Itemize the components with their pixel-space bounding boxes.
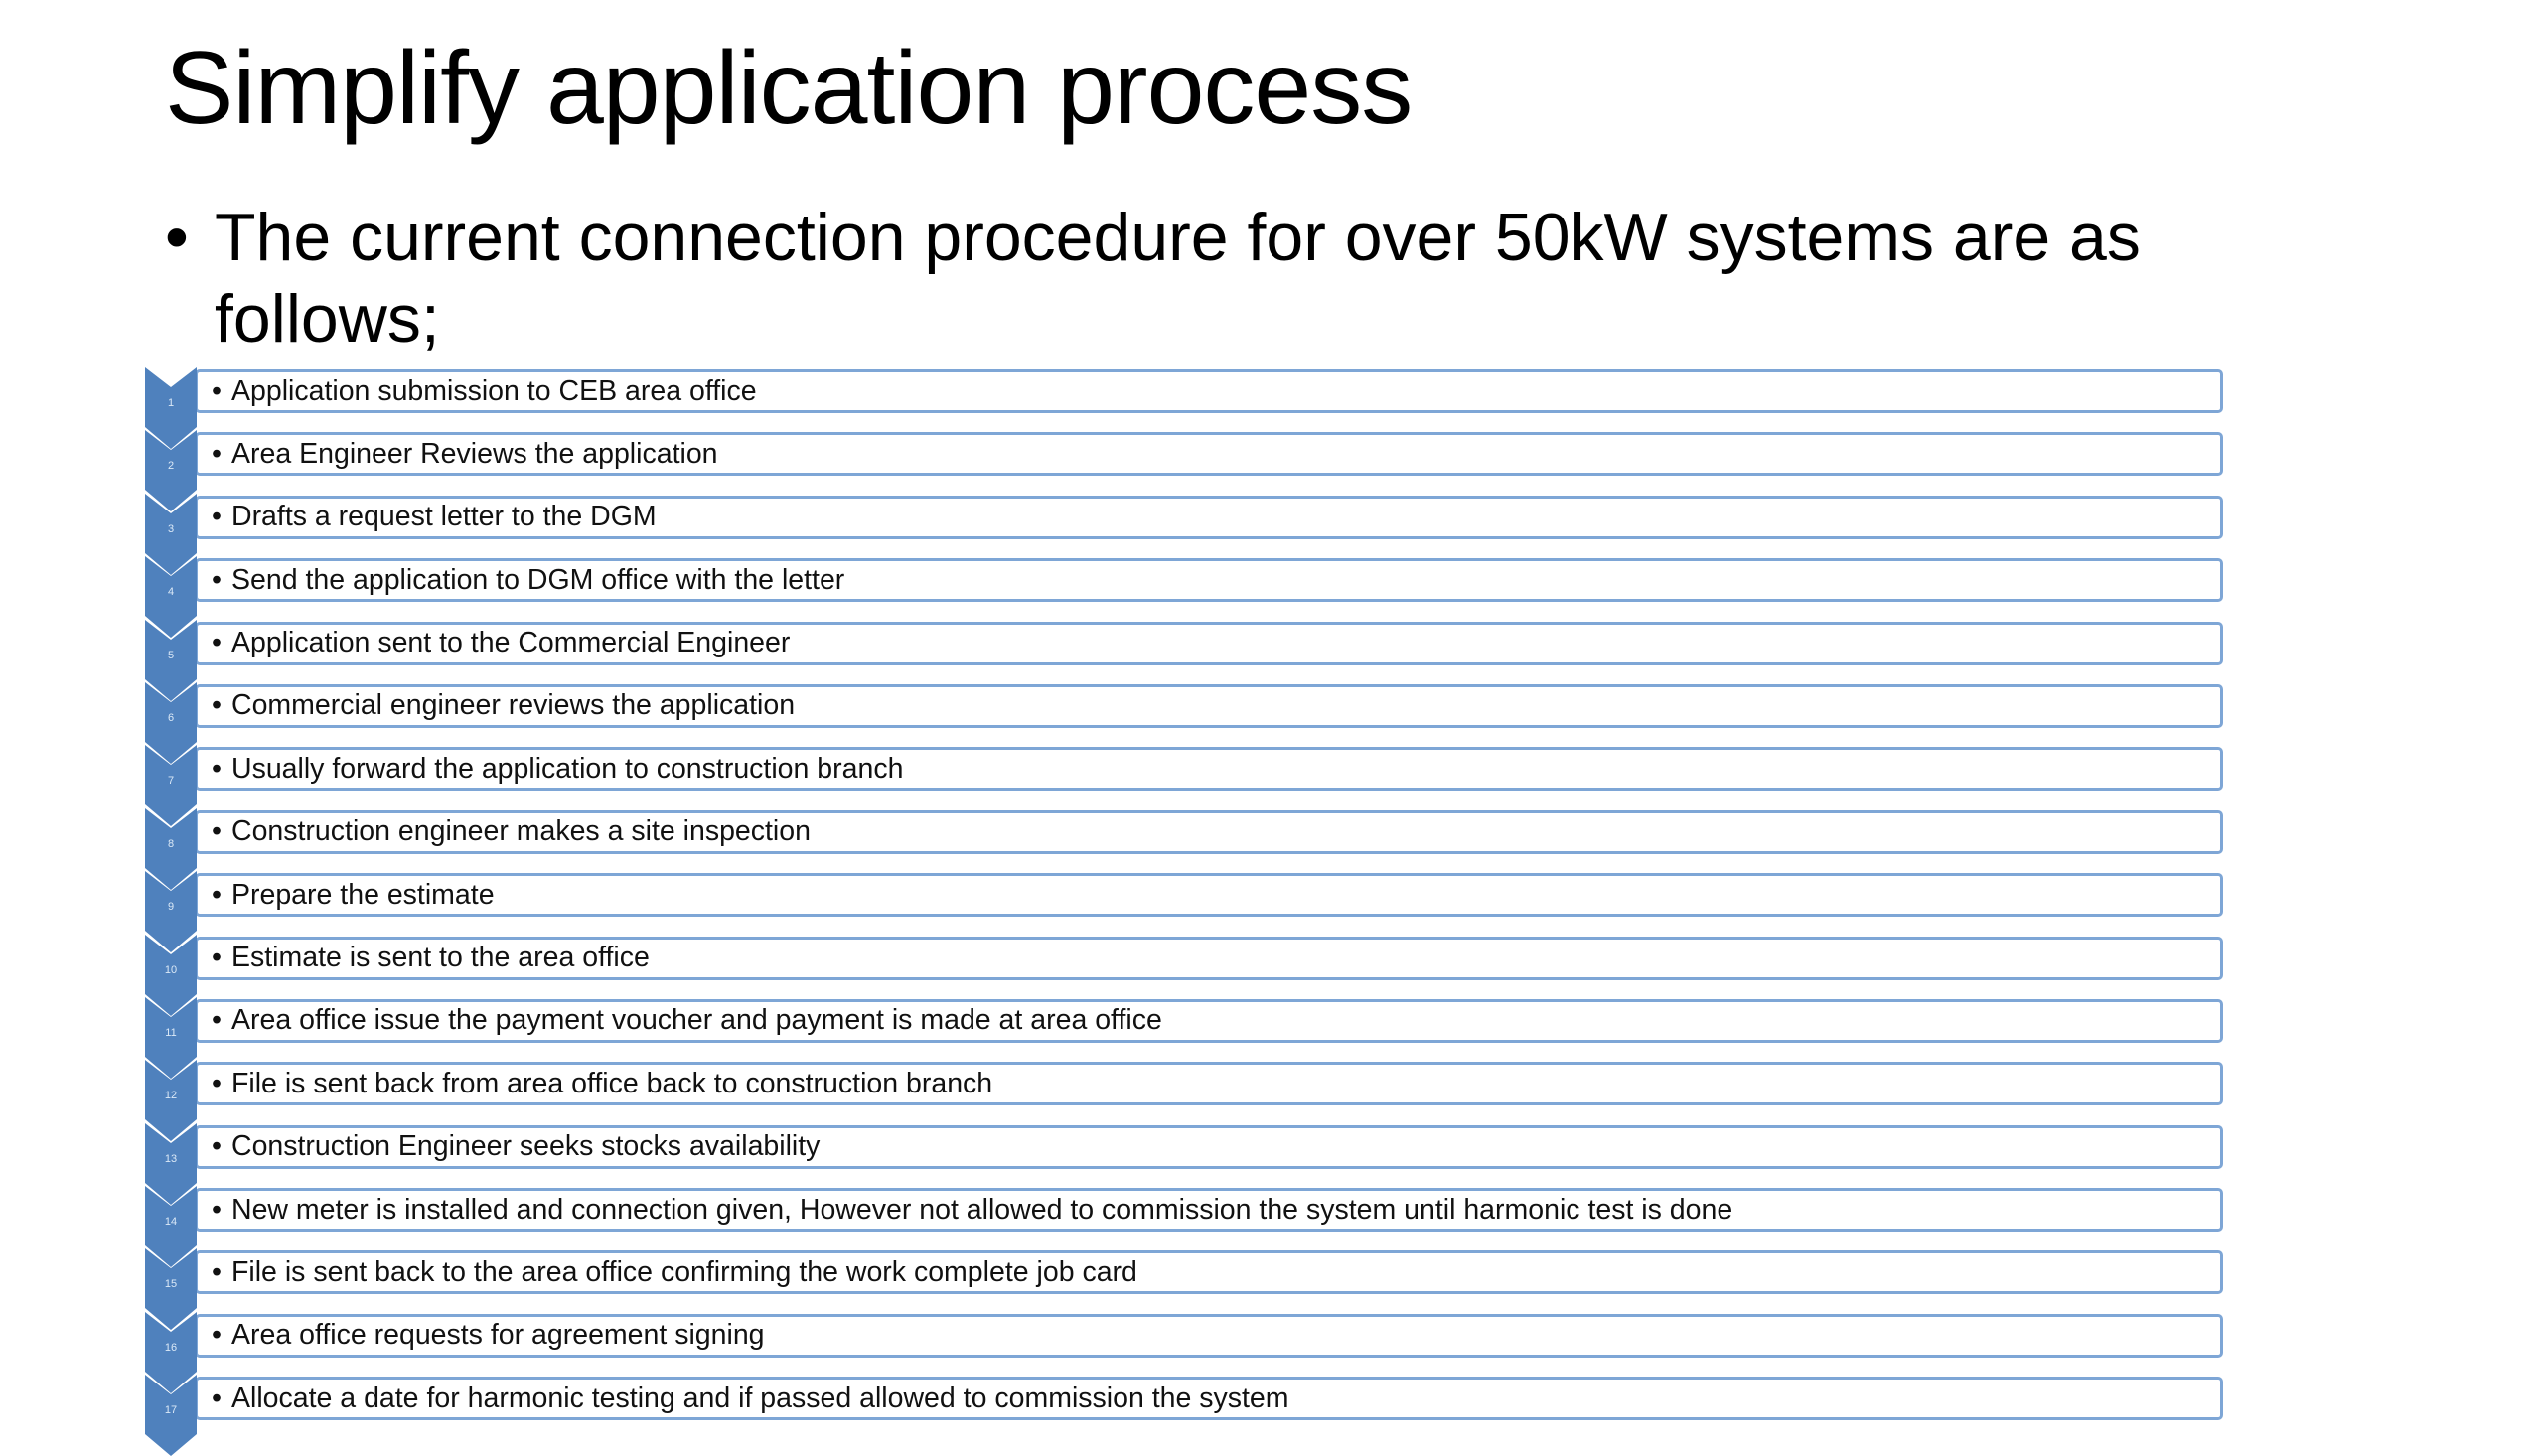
step-number: 7: [167, 775, 175, 788]
process-step: 6 • Commercial engineer reviews the applic…: [145, 681, 2231, 764]
step-box: • File is sent back from area office back…: [195, 1062, 2223, 1106]
step-box: • Drafts a request letter to the DGM: [195, 495, 2223, 539]
bullet-dot: •: [212, 1255, 222, 1288]
process-step: 14 • New meter is installed and connection…: [145, 1186, 2231, 1268]
process-step: 1 • Application submission to CEB area off…: [145, 367, 2231, 449]
bullet-dot: •: [212, 374, 222, 407]
process-step: 7 • Usually forward the application to con…: [145, 745, 2231, 827]
step-box: • Application sent to the Commercial Engi…: [195, 621, 2223, 665]
step-box: • Area office requests for agreement sign…: [195, 1313, 2223, 1358]
process-step: 4 • Send the application to DGM office wit…: [145, 556, 2231, 639]
bullet-dot: •: [212, 1067, 222, 1099]
step-text: Construction Engineer seeks stocks avail…: [230, 1130, 821, 1163]
bullet-dot: •: [212, 752, 222, 785]
bullet-dot: •: [212, 501, 222, 533]
slide-title: Simplify application process: [165, 31, 1413, 146]
step-text: Estimate is sent to the area office: [230, 942, 650, 974]
step-box: • Application submission to CEB area offi…: [195, 369, 2223, 413]
bullet-dot: •: [212, 878, 222, 911]
step-number: 5: [167, 649, 175, 661]
step-text: Construction engineer makes a site inspe…: [230, 815, 811, 848]
process-step: 2 • Area Engineer Reviews the application: [145, 430, 2231, 512]
step-box: • New meter is installed and connection g…: [195, 1188, 2223, 1233]
process-step: 3 • Drafts a request letter to the DGM: [145, 493, 2231, 575]
step-text: Area office issue the payment voucher an…: [230, 1004, 1162, 1037]
bullet-dot: •: [212, 815, 222, 848]
bullet-dot: •: [212, 563, 222, 596]
step-box: • Estimate is sent to the area office: [195, 936, 2223, 980]
step-text: Usually forward the application to const…: [230, 752, 904, 785]
slide: Simplify application process • The curre…: [0, 0, 2543, 1456]
step-number: 11: [165, 1026, 177, 1039]
bullet-dot: •: [212, 1004, 222, 1037]
step-number: 14: [164, 1216, 178, 1229]
bullet-dot: •: [212, 1193, 222, 1226]
step-number: 1: [167, 397, 175, 409]
bullet-dot: •: [212, 689, 222, 722]
step-text: Send the application to DGM office with …: [230, 563, 845, 596]
step-number: 6: [167, 711, 175, 724]
step-number: 3: [167, 522, 175, 535]
step-number: 13: [164, 1152, 178, 1165]
process-steps-list: 1 • Application submission to CEB area off…: [145, 367, 2231, 1456]
step-box: • Area office issue the payment voucher a…: [195, 998, 2223, 1043]
step-box: • Construction engineer makes a site insp…: [195, 809, 2223, 854]
process-step: 15 • File is sent back to the area office …: [145, 1248, 2231, 1331]
step-text: Application sent to the Commercial Engin…: [230, 627, 791, 659]
step-box: • Commercial engineer reviews the applica…: [195, 683, 2223, 728]
step-box: • File is sent back to the area office co…: [195, 1250, 2223, 1295]
process-step: 5 • Application sent to the Commercial Eng…: [145, 619, 2231, 701]
process-step: 10 • Estimate is sent to the area office: [145, 934, 2231, 1016]
process-step: 11 • Area office issue the payment voucher…: [145, 996, 2231, 1079]
process-step: 16 • Area office requests for agreement si…: [145, 1311, 2231, 1393]
step-box: • Construction Engineer seeks stocks avai…: [195, 1124, 2223, 1169]
step-text: Allocate a date for harmonic testing and…: [230, 1382, 1289, 1414]
step-number: 8: [167, 837, 175, 850]
step-number: 17: [164, 1404, 178, 1417]
step-text: Area office requests for agreement signi…: [230, 1319, 765, 1352]
bullet-dot: •: [212, 437, 222, 470]
process-step: 12 • File is sent back from area office ba…: [145, 1060, 2231, 1142]
step-text: Area Engineer Reviews the application: [230, 437, 718, 470]
step-text: Commercial engineer reviews the applicat…: [230, 689, 796, 722]
bullet-dot: •: [212, 1382, 222, 1414]
step-number: 15: [164, 1278, 178, 1291]
step-text: New meter is installed and connection gi…: [230, 1193, 1733, 1226]
step-box: • Area Engineer Reviews the application: [195, 432, 2223, 477]
step-text: Drafts a request letter to the DGM: [230, 501, 657, 533]
step-box: • Send the application to DGM office with…: [195, 558, 2223, 603]
bullet-dot: •: [165, 200, 189, 275]
step-text: File is sent back from area office back …: [230, 1067, 993, 1099]
step-number: 9: [167, 901, 175, 914]
step-box: • Prepare the estimate: [195, 873, 2223, 918]
step-text: Application submission to CEB area offic…: [230, 374, 757, 407]
process-step: 8 • Construction engineer makes a site ins…: [145, 807, 2231, 890]
intro-text: The current connection procedure for ove…: [215, 200, 2141, 357]
step-text: File is sent back to the area office con…: [230, 1255, 1137, 1288]
step-number: 4: [167, 586, 175, 599]
intro-bullet: • The current connection procedure for o…: [165, 197, 2241, 360]
step-box: • Usually forward the application to cons…: [195, 747, 2223, 792]
step-box: • Allocate a date for harmonic testing an…: [195, 1377, 2223, 1421]
bullet-dot: •: [212, 942, 222, 974]
process-step: 9 • Prepare the estimate: [145, 871, 2231, 953]
step-number: 12: [164, 1090, 178, 1102]
step-number: 10: [164, 963, 178, 976]
bullet-dot: •: [212, 1319, 222, 1352]
bullet-dot: •: [212, 627, 222, 659]
process-step: 17 • Allocate a date for harmonic testing …: [145, 1375, 2231, 1456]
step-number: 16: [164, 1341, 178, 1354]
process-step: 13 • Construction Engineer seeks stocks av…: [145, 1122, 2231, 1205]
step-text: Prepare the estimate: [230, 878, 495, 911]
bullet-dot: •: [212, 1130, 222, 1163]
step-number: 2: [167, 460, 175, 473]
